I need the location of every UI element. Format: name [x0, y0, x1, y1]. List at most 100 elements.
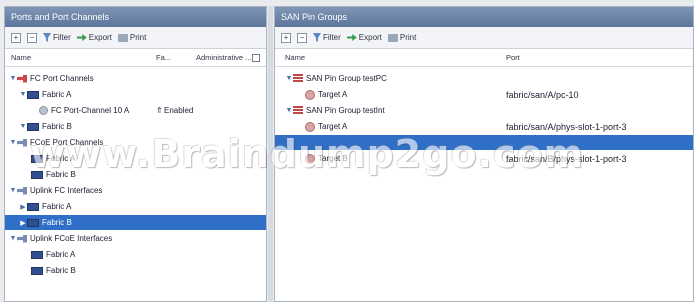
fabric-cell: ⇑: [156, 106, 163, 115]
add-button[interactable]: +: [11, 32, 21, 43]
san-column-header: Name Port: [275, 49, 693, 67]
column-fabric[interactable]: Fa...: [156, 53, 171, 62]
tree-row[interactable]: Fabric B: [5, 167, 266, 182]
tree-row-selected[interactable]: [275, 135, 693, 150]
tree-row-label: Fabric B: [42, 218, 72, 227]
port-cell: fabric/san/A/pc-10: [506, 89, 579, 100]
folder-icon: [31, 250, 43, 259]
tree-row-label: FC Port-Channel 10 A: [51, 106, 130, 115]
filter-button[interactable]: Filter: [313, 33, 341, 42]
tree-row[interactable]: Fabric B: [5, 263, 266, 278]
expand-toggle-icon[interactable]: ▶: [19, 203, 27, 211]
tree-row-label: Uplink FCoE Interfaces: [30, 234, 113, 243]
tree-row-label: Fabric A: [42, 202, 72, 211]
tree-row-label: Fabric B: [46, 266, 76, 275]
print-button[interactable]: Print: [387, 33, 417, 42]
export-button[interactable]: Export: [76, 33, 112, 42]
tree-row[interactable]: ▼ Fabric A: [5, 87, 266, 102]
port-cell: fabric/san/B/phys-slot-1-port-3: [506, 153, 627, 164]
folder-icon: [27, 122, 39, 131]
remove-button[interactable]: −: [297, 32, 307, 43]
expand-toggle-icon[interactable]: ▼: [9, 139, 17, 146]
expand-toggle-icon[interactable]: ▼: [9, 187, 17, 194]
folder-icon: [27, 218, 39, 227]
plug-icon: [17, 138, 27, 147]
target-icon: [305, 89, 315, 100]
tree-row[interactable]: ▼ FC Port Channels: [5, 71, 266, 86]
expand-toggle-icon[interactable]: ▼: [285, 75, 293, 82]
tree-row[interactable]: ▼ SAN Pin Group testInt: [275, 103, 693, 118]
column-administrative[interactable]: Administrative ...: [196, 53, 251, 62]
tree-row-label: Target A: [318, 90, 348, 99]
san-pin-groups-panel: SAN Pin Groups + − Filter Export Print N…: [274, 6, 694, 302]
printer-icon: [387, 33, 398, 42]
export-icon: [76, 34, 87, 41]
print-label: Print: [129, 33, 147, 42]
target-icon: [305, 121, 315, 132]
panel-splitter[interactable]: [268, 6, 273, 302]
export-icon: [346, 34, 357, 41]
plug-icon: [17, 234, 27, 243]
san-pin-group-tree: ▼ SAN Pin Group testPC Target A fabric/san/…: [275, 69, 693, 301]
expand-toggle-icon[interactable]: ▼: [19, 91, 27, 98]
tree-row[interactable]: ▼ Fabric B: [5, 119, 266, 134]
port-cell: fabric/san/A/phys-slot-1-port-3: [506, 121, 627, 132]
san-pin-groups-title: SAN Pin Groups: [275, 7, 693, 27]
ports-column-header: Name Fa... Administrative ...: [5, 49, 266, 67]
tree-row-selected[interactable]: ▶ Fabric B: [5, 215, 266, 230]
expand-toggle-icon[interactable]: ▼: [9, 235, 17, 242]
tree-row[interactable]: Target A fabric/san/A/phys-slot-1-port-3: [275, 119, 693, 134]
folder-icon: [27, 90, 39, 99]
expand-toggle-icon[interactable]: ▼: [285, 107, 293, 114]
san-toolbar: + − Filter Export Print: [275, 27, 693, 49]
printer-icon: [117, 33, 128, 42]
tree-row-label: SAN Pin Group testPC: [306, 74, 387, 83]
ports-tree: ▼ FC Port Channels ▼ Fabric A FC Port-Channe…: [5, 69, 266, 301]
column-port[interactable]: Port: [506, 53, 520, 62]
export-label: Export: [358, 33, 382, 42]
plug-icon: [17, 74, 27, 83]
column-name[interactable]: Name: [11, 53, 31, 62]
folder-icon: [27, 202, 39, 211]
tree-row[interactable]: Target B fabric/san/B/phys-slot-1-port-3: [275, 151, 693, 166]
column-chooser-icon[interactable]: [252, 53, 260, 62]
tree-row[interactable]: Fabric A: [5, 247, 266, 262]
expand-toggle-icon[interactable]: ▶: [19, 219, 27, 227]
plug-icon: [17, 186, 27, 195]
tree-row[interactable]: ▼ Uplink FCoE Interfaces: [5, 231, 266, 246]
tree-row[interactable]: Target A fabric/san/A/pc-10: [275, 87, 693, 102]
admin-state-cell: Enabled: [164, 106, 194, 115]
filter-label: Filter: [53, 33, 71, 42]
ports-panel-title: Ports and Port Channels: [5, 7, 266, 27]
folder-icon: [31, 170, 43, 179]
tree-row[interactable]: ▶ Fabric A: [5, 199, 266, 214]
group-icon: [293, 74, 303, 83]
tree-row[interactable]: ▼ SAN Pin Group testPC: [275, 71, 693, 86]
expand-toggle-icon[interactable]: ▼: [9, 75, 17, 82]
tree-row[interactable]: Fabric A: [5, 151, 266, 166]
tree-row[interactable]: ▼ FCoE Port Channels: [5, 135, 266, 150]
print-button[interactable]: Print: [117, 33, 147, 42]
expand-toggle-icon[interactable]: ▼: [19, 123, 27, 130]
ports-panel: Ports and Port Channels + − Filter Expor…: [4, 6, 267, 302]
tree-row-label: SAN Pin Group testInt: [306, 106, 385, 115]
tree-row[interactable]: FC Port-Channel 10 A ⇑ Enabled: [5, 103, 266, 118]
add-button[interactable]: +: [281, 32, 291, 43]
filter-button[interactable]: Filter: [43, 33, 71, 42]
filter-label: Filter: [323, 33, 341, 42]
filter-icon: [43, 33, 51, 42]
ports-toolbar: + − Filter Export Print: [5, 27, 266, 49]
column-name[interactable]: Name: [285, 53, 305, 62]
tree-row[interactable]: ▼ Uplink FC Interfaces: [5, 183, 266, 198]
filter-icon: [313, 33, 321, 42]
remove-button[interactable]: −: [27, 32, 37, 43]
tree-row-label: Fabric B: [46, 170, 76, 179]
tree-row-label: FCoE Port Channels: [30, 138, 104, 147]
tree-row-label: Fabric A: [46, 154, 76, 163]
tree-row-label: Target A: [318, 122, 348, 131]
folder-icon: [31, 266, 43, 275]
print-label: Print: [399, 33, 417, 42]
export-button[interactable]: Export: [346, 33, 382, 42]
tree-row-label: Fabric A: [42, 90, 72, 99]
group-icon: [293, 106, 303, 115]
